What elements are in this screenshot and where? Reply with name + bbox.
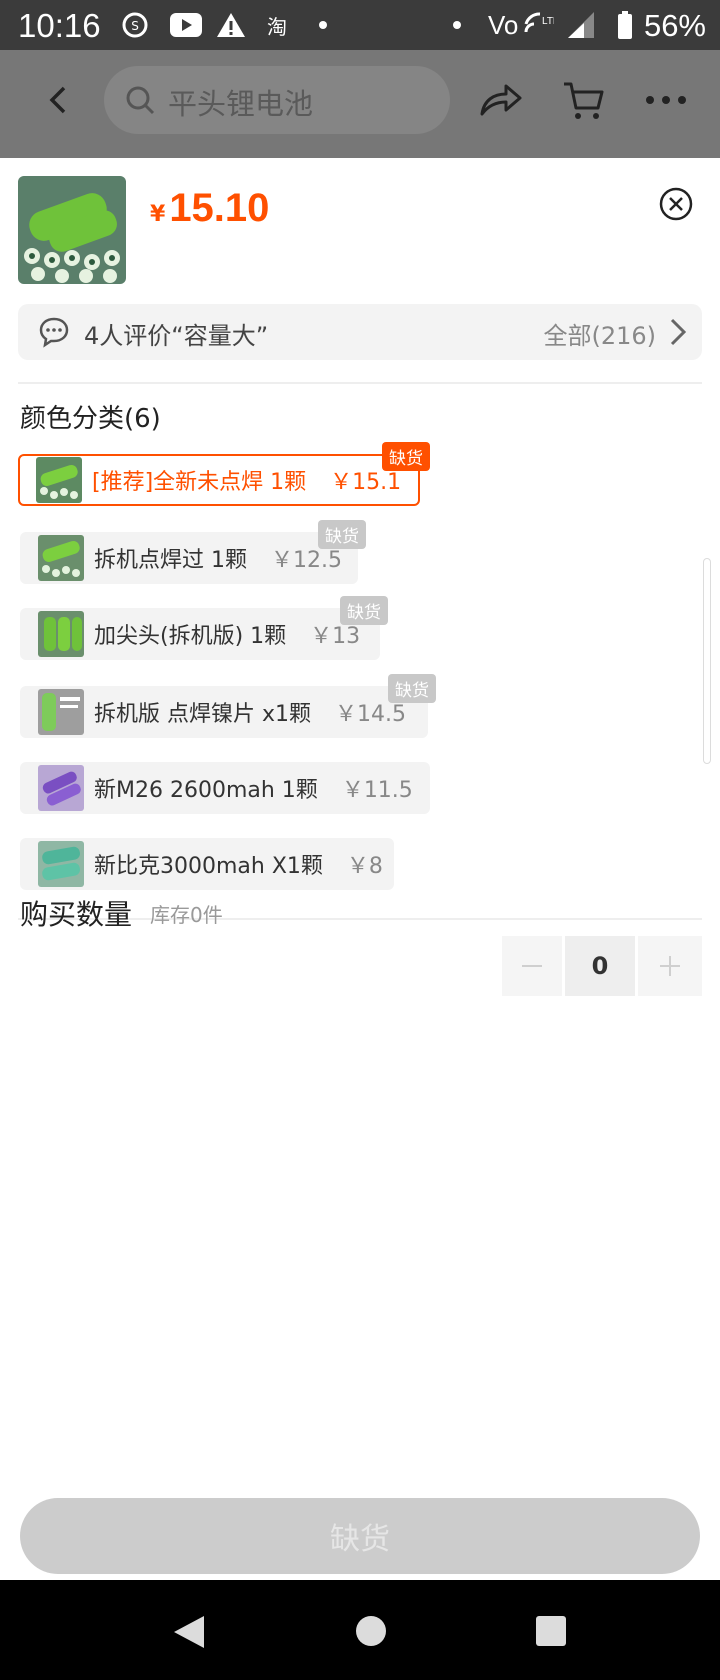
variant-label: 新比克3000mah X1颗 [94,854,323,879]
variant-thumbnail [38,689,84,735]
variant-price: ￥11.5 [341,778,413,803]
variant-price: ￥8 [346,854,383,879]
status-bar: 10:16 S 淘 Vo LTE 56% [0,0,720,50]
quantity-label: 购买数量 [20,898,133,931]
search-text: 平头锂电池 [168,87,314,121]
variant-thumbnail [36,457,82,503]
svg-text:LTE: LTE [542,16,554,27]
chevron-right-icon [670,318,687,346]
variant-option[interactable]: 拆机版 点焊镍片 x1颗 ￥14.5 缺货 [20,674,436,738]
out-of-stock-badge: 缺货 [318,520,366,549]
variant-thumbnail [38,535,84,581]
system-nav-bar [0,1580,720,1680]
variant-list-scrollbar[interactable] [703,558,711,764]
variant-option[interactable]: 新比克3000mah X1颗 ￥8 [20,838,394,890]
signal-icon [566,12,596,38]
variant-thumbnail [38,841,84,887]
share-button[interactable] [476,76,524,124]
review-bar[interactable]: 4人评价“容量大” 全部(216) [18,304,702,360]
variant-label: [推荐]全新未点焊 1颗 [92,470,307,495]
close-icon [659,187,693,221]
variant-option[interactable]: 新M26 2600mah 1颗 ￥11.5 [20,762,430,814]
more-button[interactable] [642,76,690,124]
nav-back-icon[interactable] [172,1614,206,1650]
out-of-stock-badge: 缺货 [382,442,430,471]
variant-label: 拆机版 点焊镍片 x1颗 [94,702,312,727]
back-button[interactable] [38,80,78,120]
section-title-color: 颜色分类(6) [20,404,161,434]
out-of-stock-button[interactable]: 缺货 [20,1498,700,1574]
variant-option[interactable]: 加尖头(拆机版) 1颗 ￥13 缺货 [20,596,388,660]
s-circle-icon: S [122,12,148,38]
variant-thumbnail [38,765,84,811]
currency-symbol: ¥ [150,202,166,227]
nav-recents-icon[interactable] [535,1615,567,1647]
nav-home-icon[interactable] [355,1615,387,1647]
increase-button[interactable] [638,936,702,996]
variant-label: 加尖头(拆机版) 1颗 [94,624,287,649]
search-box[interactable]: 平头锂电池 [104,66,450,134]
svg-text:Vo: Vo [488,10,518,40]
youtube-icon [170,12,202,38]
close-button[interactable] [658,186,694,222]
more-icon [646,96,686,104]
share-icon [480,84,522,116]
taobao-icon: 淘 [267,14,287,39]
comment-icon [39,317,69,348]
review-summary: 4人评价“容量大” [84,322,269,350]
variant-label: 拆机点焊过 1颗 [94,548,247,573]
minus-icon [522,965,542,967]
variant-thumbnail [38,611,84,657]
svg-text:S: S [131,19,139,33]
cart-button[interactable] [560,76,608,124]
dot-icon [452,12,462,38]
price-amount: 15.10 [169,186,270,230]
quantity-value[interactable]: 0 [565,936,635,996]
price: ¥15.10 [150,186,269,231]
sku-sheet: ¥15.10 4人评价“容量大” 全部(216) 颜色分类(6) [推荐]全新未… [0,158,720,1580]
out-of-stock-badge: 缺货 [388,674,436,703]
variant-label: 新M26 2600mah 1颗 [94,778,318,803]
cart-icon [564,82,604,119]
battery-icon [616,11,634,39]
variant-option[interactable]: 拆机点焊过 1颗 ￥12.5 缺货 [20,520,366,584]
chevron-left-icon [49,86,66,114]
review-all-link[interactable]: 全部(216) [543,316,656,351]
out-of-stock-badge: 缺货 [340,596,388,625]
volte-wifi-icon: Vo LTE [488,10,554,40]
top-header: 平头锂电池 [0,50,720,158]
decrease-button[interactable] [502,936,562,996]
battery-percent: 56% [643,8,706,43]
status-time: 10:16 [18,7,101,44]
dot-icon [318,12,328,38]
warning-icon [216,12,246,38]
stock-text: 库存0件 [150,903,223,927]
product-thumbnail[interactable] [18,176,126,284]
plus-icon [660,956,680,976]
search-icon [126,86,155,115]
divider [18,382,702,384]
variant-option[interactable]: [推荐]全新未点焊 1颗 ￥15.1 缺货 [18,442,430,506]
